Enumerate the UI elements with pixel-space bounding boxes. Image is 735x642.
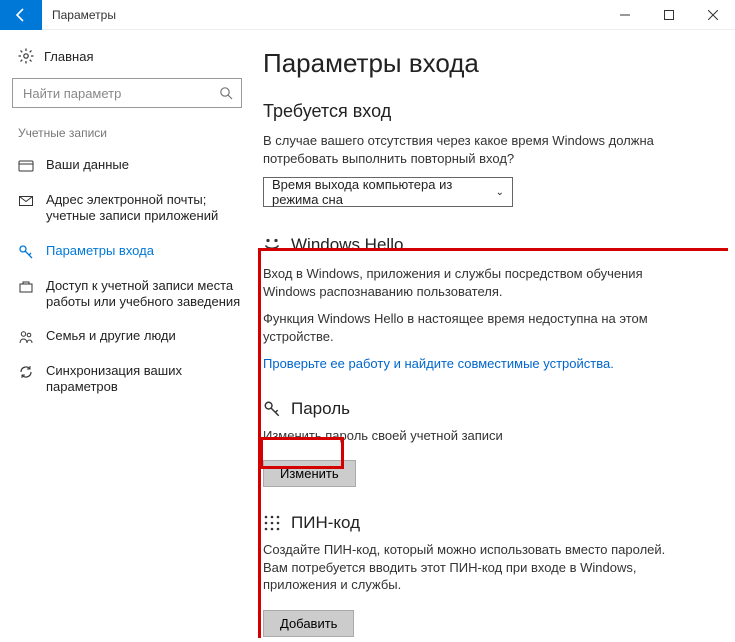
content: Параметры входа Требуется вход В случае … <box>255 30 735 642</box>
chevron-down-icon: ⌄ <box>496 187 504 198</box>
pin-desc: Создайте ПИН-код, который можно использо… <box>263 541 693 594</box>
sidebar-item-label: Ваши данные <box>46 157 129 173</box>
sidebar-item-label: Синхронизация ваших параметров <box>46 363 243 396</box>
people-icon <box>18 329 34 345</box>
pin-heading: ПИН-код <box>291 513 360 533</box>
require-signin-heading: Требуется вход <box>263 101 711 122</box>
sidebar-section-label: Учетные записи <box>12 126 255 148</box>
sidebar-item-your-info[interactable]: Ваши данные <box>12 148 255 183</box>
sidebar-item-email-accounts[interactable]: Адрес электронной почты; учетные записи … <box>12 183 255 234</box>
back-button[interactable] <box>0 0 42 30</box>
password-heading: Пароль <box>291 399 350 419</box>
sidebar-item-sync[interactable]: Синхронизация ваших параметров <box>12 354 255 405</box>
sidebar-item-sign-in-options[interactable]: Параметры входа <box>12 234 255 269</box>
maximize-button[interactable] <box>647 0 691 30</box>
sidebar-item-family[interactable]: Семья и другие люди <box>12 319 255 354</box>
search-placeholder: Найти параметр <box>23 86 219 101</box>
password-desc: Изменить пароль своей учетной записи <box>263 427 693 445</box>
sidebar-item-work-access[interactable]: Доступ к учетной записи места работы или… <box>12 269 255 320</box>
close-button[interactable] <box>691 0 735 30</box>
sidebar-item-label: Адрес электронной почты; учетные записи … <box>46 192 243 225</box>
home-link[interactable]: Главная <box>12 42 255 78</box>
require-signin-dropdown[interactable]: Время выхода компьютера из режима сна ⌄ <box>263 177 513 207</box>
dropdown-value: Время выхода компьютера из режима сна <box>272 177 496 207</box>
sidebar-item-label: Параметры входа <box>46 243 154 259</box>
add-pin-button[interactable]: Добавить <box>263 610 354 637</box>
sidebar: Главная Найти параметр Учетные записи Ва… <box>0 30 255 642</box>
search-icon <box>219 86 233 100</box>
require-signin-desc: В случае вашего отсутствия через какое в… <box>263 132 693 167</box>
sidebar-item-label: Семья и другие люди <box>46 328 176 344</box>
search-input[interactable]: Найти параметр <box>12 78 242 108</box>
gear-icon <box>18 48 34 64</box>
mail-icon <box>18 193 34 209</box>
window-title: Параметры <box>52 8 116 22</box>
person-card-icon <box>18 158 34 174</box>
hello-desc2: Функция Windows Hello в настоящее время … <box>263 310 693 345</box>
sidebar-item-label: Доступ к учетной записи места работы или… <box>46 278 243 311</box>
minimize-button[interactable] <box>603 0 647 30</box>
sync-icon <box>18 364 34 380</box>
pin-icon <box>263 514 281 532</box>
hello-desc1: Вход в Windows, приложения и службы поср… <box>263 265 693 300</box>
key-icon <box>263 400 281 418</box>
page-title: Параметры входа <box>263 48 711 79</box>
smiley-icon <box>263 236 281 254</box>
briefcase-icon <box>18 279 34 295</box>
hello-heading: Windows Hello <box>291 235 403 255</box>
change-password-button[interactable]: Изменить <box>263 460 356 487</box>
key-icon <box>18 244 34 260</box>
home-label: Главная <box>44 49 93 64</box>
hello-link[interactable]: Проверьте ее работу и найдите совместимы… <box>263 355 693 373</box>
titlebar: Параметры <box>0 0 735 30</box>
